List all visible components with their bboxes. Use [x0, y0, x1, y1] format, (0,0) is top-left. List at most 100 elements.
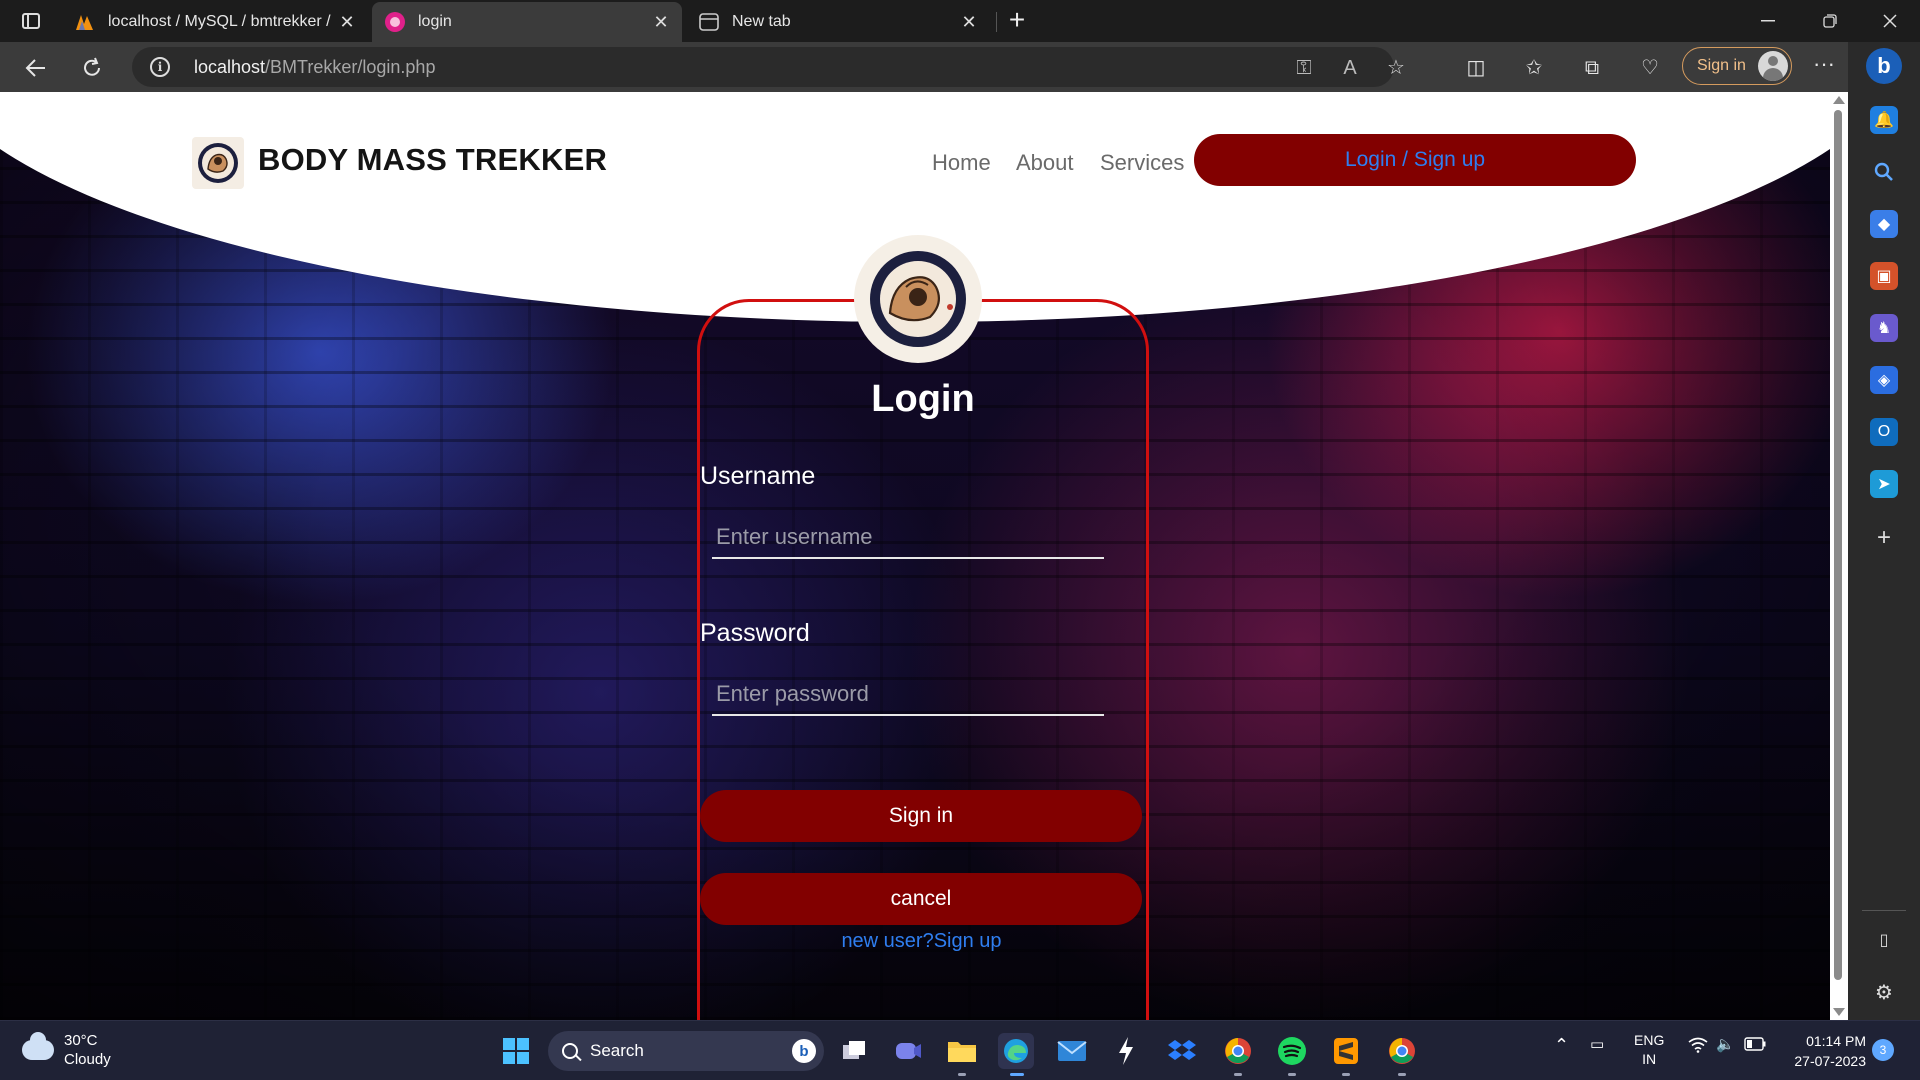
nav-services-link[interactable]: Services: [1100, 150, 1184, 176]
sidebar-divider: [1862, 910, 1906, 911]
signup-link[interactable]: new user?Sign up: [0, 930, 1830, 953]
sign-in-button[interactable]: Sign in: [700, 790, 1142, 842]
username-input[interactable]: [712, 517, 1104, 559]
more-options-icon[interactable]: ···: [1810, 52, 1838, 76]
active-indicator: [1010, 1073, 1024, 1076]
password-key-icon[interactable]: ⚿: [1292, 56, 1316, 80]
tools-briefcase-icon[interactable]: ▣: [1870, 262, 1898, 290]
read-aloud-icon[interactable]: A: [1338, 56, 1362, 80]
cancel-button[interactable]: cancel: [700, 873, 1142, 925]
sublime-text-icon[interactable]: [1328, 1033, 1364, 1069]
notification-badge[interactable]: 3: [1872, 1039, 1894, 1061]
bing-copilot-icon[interactable]: b: [1866, 48, 1902, 84]
minimize-icon[interactable]: [1738, 0, 1798, 42]
close-tab-icon[interactable]: ✕: [336, 11, 358, 33]
split-screen-icon[interactable]: ◫: [1462, 56, 1490, 80]
page-scrollbar[interactable]: [1830, 92, 1848, 1020]
profile-sign-in-button[interactable]: Sign in: [1682, 47, 1792, 85]
wifi-icon[interactable]: [1688, 1037, 1708, 1057]
favorite-star-icon[interactable]: ☆: [1384, 56, 1408, 80]
brand-name[interactable]: BODY MASS TREKKER: [258, 142, 607, 178]
nav-about-link[interactable]: About: [1016, 150, 1074, 176]
windows-start-icon[interactable]: [498, 1033, 534, 1069]
shopping-tag-icon[interactable]: ◆: [1870, 210, 1898, 238]
search-icon[interactable]: [1870, 158, 1898, 186]
tab-login[interactable]: login ✕: [372, 2, 682, 42]
close-tab-icon[interactable]: ✕: [958, 11, 980, 33]
hide-sidebar-icon[interactable]: ▯: [1870, 926, 1898, 954]
nav-home-link[interactable]: Home: [932, 150, 991, 176]
tab-phpmyadmin[interactable]: localhost / MySQL / bmtrekker / ✕: [62, 2, 368, 42]
scroll-down-icon[interactable]: [1833, 1008, 1845, 1016]
refresh-icon[interactable]: [74, 50, 110, 86]
teams-chat-icon[interactable]: [890, 1033, 926, 1069]
username-label: Username: [700, 462, 816, 490]
browser-essentials-icon[interactable]: ♡: [1636, 56, 1664, 80]
system-clock[interactable]: 01:14 PM 27-07-2023: [1776, 1031, 1866, 1071]
edge-browser-icon[interactable]: [998, 1033, 1034, 1069]
favorites-icon[interactable]: ✩: [1520, 56, 1548, 80]
scroll-up-icon[interactable]: [1833, 96, 1845, 104]
running-indicator: [958, 1073, 966, 1076]
region-code: IN: [1642, 1051, 1657, 1067]
collections-icon[interactable]: ⧉: [1578, 56, 1606, 80]
new-tab-plus-icon[interactable]: +: [1002, 6, 1032, 36]
volume-icon[interactable]: 🔈: [1716, 1035, 1735, 1053]
running-indicator: [1342, 1073, 1350, 1076]
taskbar-search-box[interactable]: Search b: [548, 1031, 824, 1071]
spotify-icon[interactable]: [1274, 1033, 1310, 1069]
tab-actions-icon[interactable]: [14, 8, 48, 34]
tab-divider: [996, 12, 997, 32]
language-indicator[interactable]: ENG IN: [1634, 1031, 1664, 1069]
new-tab-page-icon: [698, 11, 720, 33]
tab-label: localhost / MySQL / bmtrekker /: [108, 13, 331, 30]
weather-temperature: 30°C: [64, 1032, 98, 1049]
microsoft-365-icon[interactable]: ◈: [1870, 366, 1898, 394]
password-input[interactable]: [712, 674, 1104, 716]
notifications-bell-icon[interactable]: 🔔: [1870, 106, 1898, 134]
brand-logo[interactable]: [192, 137, 244, 189]
browser-tab-strip: localhost / MySQL / bmtrekker / ✕ login …: [0, 0, 1920, 42]
weather-widget[interactable]: 30°C Cloudy: [22, 1031, 111, 1069]
file-explorer-icon[interactable]: [944, 1033, 980, 1069]
drop-send-icon[interactable]: ➤: [1870, 470, 1898, 498]
site-info-icon[interactable]: i: [150, 57, 170, 77]
back-arrow-icon[interactable]: [18, 50, 54, 86]
battery-icon[interactable]: [1744, 1037, 1766, 1055]
task-view-icon[interactable]: [836, 1033, 872, 1069]
chrome-profile-icon[interactable]: [1384, 1033, 1420, 1069]
outlook-icon[interactable]: O: [1870, 418, 1898, 446]
running-indicator: [1398, 1073, 1406, 1076]
tab-label: New tab: [732, 13, 791, 30]
language-code: ENG: [1634, 1032, 1665, 1048]
weather-description: Cloudy: [64, 1051, 111, 1068]
display-icon[interactable]: ▭: [1590, 1035, 1604, 1053]
webpage-viewport: BODY MASS TREKKER Home About Services Lo…: [0, 92, 1830, 1020]
add-sidebar-app-icon[interactable]: +: [1870, 524, 1898, 552]
chrome-icon[interactable]: [1220, 1033, 1256, 1069]
close-window-icon[interactable]: [1860, 0, 1920, 42]
games-icon[interactable]: ♞: [1870, 314, 1898, 342]
settings-gear-icon[interactable]: ⚙: [1870, 978, 1898, 1006]
show-hidden-icons-chevron-icon[interactable]: ⌃: [1554, 1035, 1569, 1056]
mail-icon[interactable]: [1054, 1033, 1090, 1069]
clock-time: 01:14 PM: [1806, 1033, 1866, 1049]
restore-icon[interactable]: [1800, 0, 1860, 42]
site-favicon-icon: [384, 11, 406, 33]
scrollbar-thumb[interactable]: [1834, 110, 1842, 980]
cloud-icon: [22, 1032, 54, 1060]
login-title: Login: [871, 378, 975, 420]
profile-sign-in-label: Sign in: [1697, 57, 1746, 74]
tab-new-tab[interactable]: New tab ✕: [686, 2, 990, 42]
close-tab-icon[interactable]: ✕: [650, 11, 672, 33]
dropbox-icon[interactable]: [1164, 1033, 1200, 1069]
phpmyadmin-icon: [74, 11, 96, 33]
login-logo: [854, 235, 982, 363]
url-text[interactable]: localhost/BMTrekker/login.php: [194, 57, 435, 78]
address-bar[interactable]: i localhost/BMTrekker/login.php ⚿ A ☆: [132, 47, 1405, 87]
browser-toolbar: i localhost/BMTrekker/login.php ⚿ A ☆: [0, 42, 1920, 92]
avatar: [1758, 51, 1788, 81]
nav-login-signup-button[interactable]: Login / Sign up: [1194, 134, 1636, 186]
lightning-app-icon[interactable]: [1108, 1033, 1144, 1069]
windows-taskbar: 30°C Cloudy Search b ⌃ ▭ ENG IN 🔈 01:14 …: [0, 1020, 1920, 1080]
